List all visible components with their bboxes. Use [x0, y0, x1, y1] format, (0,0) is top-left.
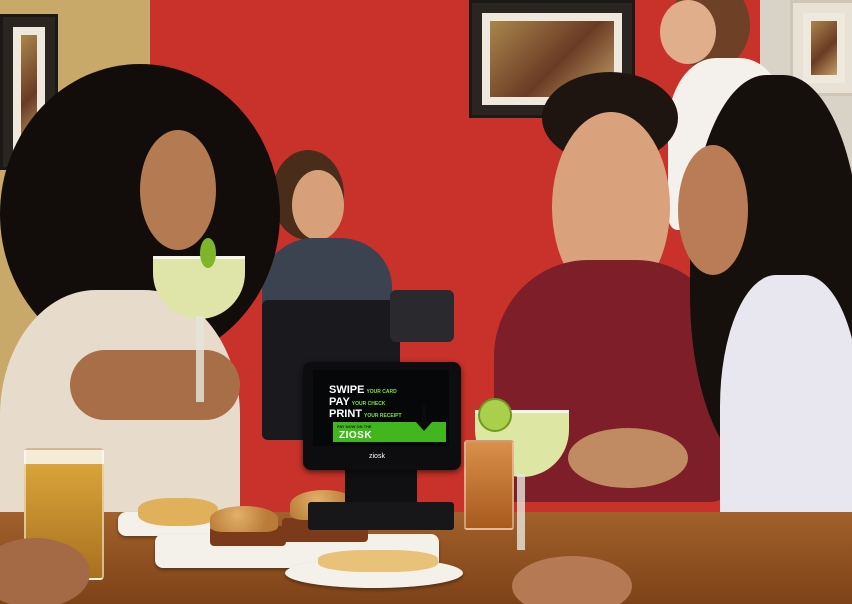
kiosk-sub-card: YOUR CARD: [366, 389, 397, 395]
kiosk-device-logo: ziosk: [369, 453, 385, 460]
lime-slice-icon: [478, 398, 512, 432]
hand-right-glass: [568, 428, 688, 488]
kiosk-base: [308, 502, 454, 530]
lime-garnish-icon: [200, 238, 216, 268]
kiosk-screen: SWIPE YOUR CARD PAY YOUR CHECK PRINT YOUR R…: [313, 370, 449, 446]
kiosk-bar-brand: ZIOSK: [339, 430, 373, 441]
kiosk-sub-receipt: YOUR RECEIPT: [364, 413, 402, 419]
restaurant-photo: SWIPE YOUR CARD PAY YOUR CHECK PRINT YOUR R…: [0, 0, 852, 604]
margarita-stem-left: [196, 316, 204, 402]
margarita-stem-right: [517, 474, 525, 550]
kiosk-bar-caption: PAY NOW ON THE: [337, 424, 372, 429]
ziosk-tablet: SWIPE YOUR CARD PAY YOUR CHECK PRINT YOUR R…: [303, 362, 461, 470]
kiosk-line-pay: PAY: [329, 396, 350, 408]
kiosk-line-swipe: SWIPE: [329, 384, 365, 396]
quesadilla: [318, 550, 438, 572]
kiosk-sub-check: YOUR CHECK: [351, 401, 386, 407]
iced-tea-glass: [464, 440, 514, 530]
flatbread: [138, 498, 218, 526]
background-device: [390, 290, 454, 342]
kiosk-stand: [345, 470, 417, 504]
slider-bun-1: [210, 506, 278, 532]
down-arrow-icon: [416, 403, 432, 431]
kiosk-line-print: PRINT: [329, 408, 362, 420]
